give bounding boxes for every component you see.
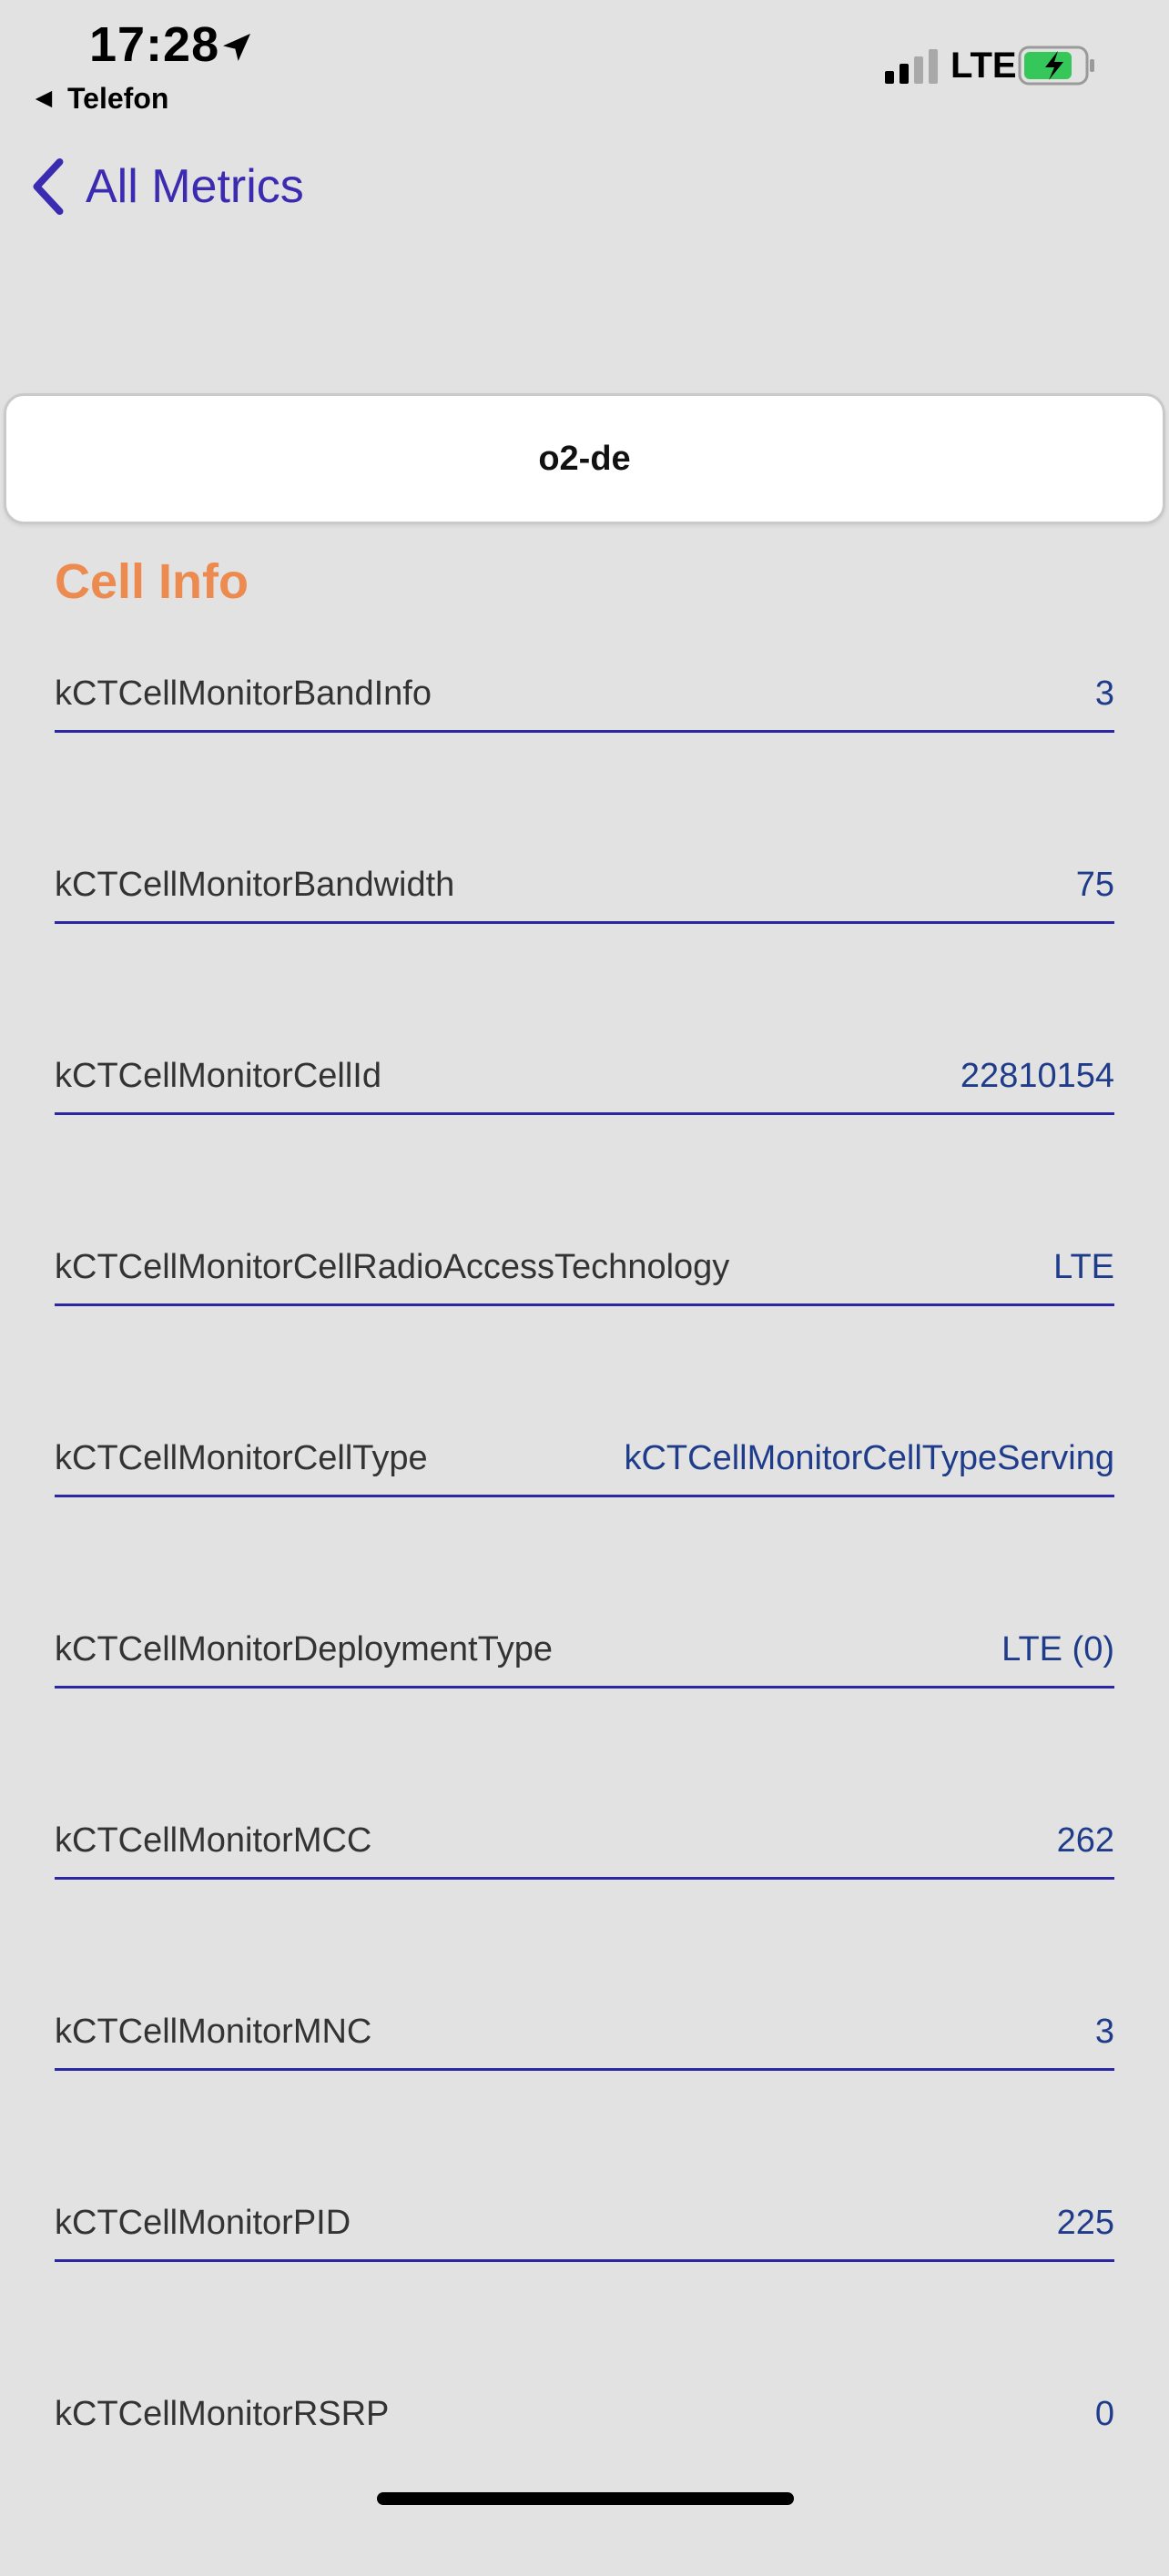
row-value: LTE (0): [1001, 1630, 1114, 1668]
row-label: kCTCellMonitorCellRadioAccessTechnology: [55, 1248, 730, 1286]
carrier-name: o2-de: [538, 439, 631, 478]
row-label: kCTCellMonitorPID: [55, 2204, 351, 2242]
row-value: 75: [1075, 866, 1114, 904]
home-indicator[interactable]: [377, 2492, 794, 2505]
list-item: kCTCellMonitorPID 225: [55, 2194, 1114, 2385]
row-label: kCTCellMonitorMCC: [55, 1821, 372, 1860]
row-label: kCTCellMonitorCellId: [55, 1057, 381, 1095]
back-to-app-link[interactable]: Telefon: [33, 82, 168, 116]
list-item: kCTCellMonitorCellId 22810154: [55, 1047, 1114, 1238]
row-value: 262: [1056, 1821, 1114, 1860]
row-value: 0: [1094, 2395, 1114, 2433]
row-divider: [55, 2068, 1114, 2071]
list-item: kCTCellMonitorDeploymentType LTE (0): [55, 1620, 1114, 1811]
back-triangle-icon: [35, 90, 53, 107]
section-title: Cell Info: [55, 554, 249, 609]
back-button-label: All Metrics: [86, 160, 304, 213]
row-divider: [55, 1877, 1114, 1880]
row-divider: [55, 2259, 1114, 2262]
list-item: kCTCellMonitorRSRP 0: [55, 2385, 1114, 2576]
location-arrow-icon: [223, 34, 250, 61]
row-divider: [55, 1686, 1114, 1689]
row-label: kCTCellMonitorBandInfo: [55, 674, 432, 713]
chevron-left-icon: [33, 157, 64, 216]
row-value: LTE: [1053, 1248, 1114, 1286]
battery-charging-icon: [1018, 46, 1094, 86]
row-label: kCTCellMonitorDeploymentType: [55, 1630, 553, 1668]
row-value: 22810154: [960, 1057, 1114, 1095]
row-value: kCTCellMonitorCellTypeServing: [624, 1439, 1114, 1477]
status-bar: 17:28 Telefon LTE: [0, 0, 1169, 127]
list-item: kCTCellMonitorBandwidth 75: [55, 856, 1114, 1047]
all-metrics-back-button[interactable]: All Metrics: [29, 157, 304, 217]
row-value: 3: [1094, 674, 1114, 713]
row-label: kCTCellMonitorMNC: [55, 2013, 372, 2051]
list-item: kCTCellMonitorCellType kCTCellMonitorCel…: [55, 1429, 1114, 1620]
row-divider: [55, 1303, 1114, 1306]
list-item: kCTCellMonitorMCC 262: [55, 1811, 1114, 2003]
list-item: kCTCellMonitorMNC 3: [55, 2003, 1114, 2194]
back-app-label: Telefon: [67, 82, 169, 115]
row-value: 3: [1094, 2013, 1114, 2051]
list-item: kCTCellMonitorBandInfo 3: [55, 664, 1114, 856]
row-divider: [55, 1112, 1114, 1115]
carrier-card: o2-de: [4, 393, 1165, 524]
row-divider: [55, 730, 1114, 733]
cell-info-list: kCTCellMonitorBandInfo 3 kCTCellMonitorB…: [55, 664, 1114, 2576]
network-type: LTE: [950, 46, 1017, 86]
row-label: kCTCellMonitorBandwidth: [55, 866, 455, 904]
row-divider: [55, 921, 1114, 924]
signal-bars-icon: [885, 49, 938, 84]
row-divider: [55, 1495, 1114, 1497]
list-item: kCTCellMonitorCellRadioAccessTechnology …: [55, 1238, 1114, 1429]
row-value: 225: [1056, 2204, 1114, 2242]
status-time: 17:28: [89, 17, 220, 72]
row-label: kCTCellMonitorCellType: [55, 1439, 428, 1477]
row-label: kCTCellMonitorRSRP: [55, 2395, 390, 2433]
